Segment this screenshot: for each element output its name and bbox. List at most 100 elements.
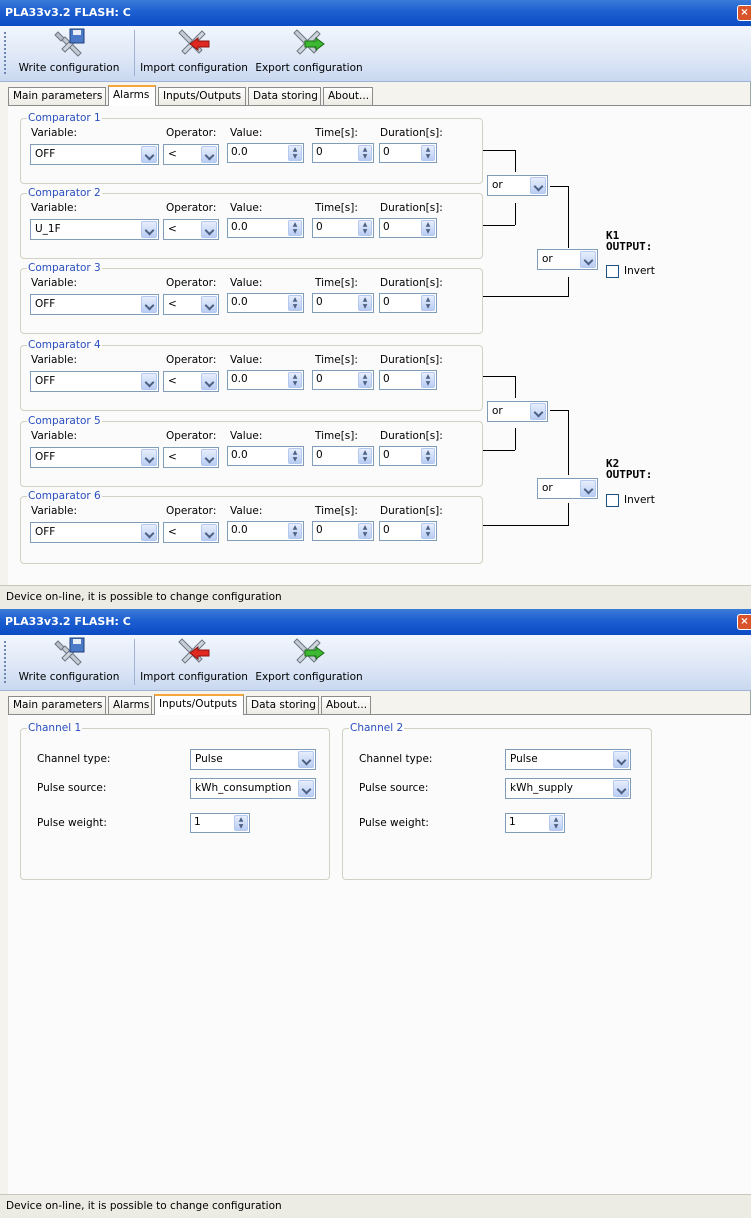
tab-inputs-outputs[interactable]: Inputs/Outputs: [158, 87, 246, 105]
export-configuration-button[interactable]: Export configuration: [254, 28, 364, 80]
wrench-screwdriver-disk-icon: [54, 637, 85, 666]
time-spinner[interactable]: 0 ▲ ▼: [312, 143, 374, 163]
close-icon[interactable]: ×: [737, 5, 751, 21]
variable-select[interactable]: OFF: [30, 522, 159, 543]
time-spinner[interactable]: 0 ▲ ▼: [312, 218, 374, 238]
spinner-arrows-icon[interactable]: ▲ ▼: [288, 523, 302, 539]
duration-spinner[interactable]: 0 ▲ ▼: [379, 370, 437, 390]
time-spinner[interactable]: 0 ▲ ▼: [312, 293, 374, 313]
spinner-arrows-icon[interactable]: ▲ ▼: [234, 815, 248, 831]
time-spinner[interactable]: 0 ▲ ▼: [312, 370, 374, 390]
value-spinner[interactable]: 0.0 ▲ ▼: [227, 293, 304, 313]
tab-data-storing[interactable]: Data storing: [246, 696, 319, 714]
spinner-arrows-icon[interactable]: ▲ ▼: [421, 448, 435, 464]
tab-data-storing[interactable]: Data storing: [248, 87, 321, 105]
wire: [550, 410, 568, 411]
import-configuration-button[interactable]: Import configuration: [140, 28, 248, 80]
spinner-arrows-icon[interactable]: ▲ ▼: [421, 372, 435, 388]
time-spinner-value: 0: [316, 373, 323, 385]
pulse-weight-spinner[interactable]: 1 ▲ ▼: [505, 813, 565, 833]
close-icon[interactable]: ×: [737, 614, 751, 630]
spinner-arrows-icon[interactable]: ▲ ▼: [358, 220, 372, 236]
value-spinner-value: 0.0: [231, 146, 248, 158]
gate-or-select[interactable]: or: [487, 401, 548, 422]
duration-spinner-value: 0: [383, 296, 390, 308]
operator-select[interactable]: <: [163, 447, 219, 468]
time-spinner[interactable]: 0 ▲ ▼: [312, 446, 374, 466]
gate-or-select[interactable]: or: [487, 175, 548, 196]
spinner-arrows-icon[interactable]: ▲ ▼: [358, 145, 372, 161]
duration-spinner[interactable]: 0 ▲ ▼: [379, 143, 437, 163]
value-spinner[interactable]: 0.0 ▲ ▼: [227, 218, 304, 238]
variable-select[interactable]: OFF: [30, 144, 159, 165]
tab-about[interactable]: About...: [321, 696, 371, 714]
duration-spinner[interactable]: 0 ▲ ▼: [379, 446, 437, 466]
chevron-down-icon: [141, 373, 157, 390]
variable-select[interactable]: OFF: [30, 447, 159, 468]
spinner-arrows-icon[interactable]: ▲ ▼: [421, 145, 435, 161]
variable-label: Variable:: [31, 202, 78, 214]
export-configuration-label: Export configuration: [255, 62, 363, 74]
duration-spinner[interactable]: 0 ▲ ▼: [379, 521, 437, 541]
write-configuration-button[interactable]: Write configuration: [8, 28, 130, 80]
spinner-arrows-icon[interactable]: ▲ ▼: [421, 220, 435, 236]
spinner-arrows-icon[interactable]: ▲ ▼: [288, 448, 302, 464]
operator-select[interactable]: <: [163, 219, 219, 240]
gate-or-select[interactable]: or: [537, 249, 598, 270]
value-spinner[interactable]: 0.0 ▲ ▼: [227, 370, 304, 390]
value-spinner-value: 0.0: [231, 524, 248, 536]
pulse-source-select[interactable]: kWh_consumption: [190, 778, 316, 799]
toolbar-grip[interactable]: [4, 641, 6, 685]
spinner-arrows-icon[interactable]: ▲ ▼: [288, 295, 302, 311]
pulse-weight-spinner[interactable]: 1 ▲ ▼: [190, 813, 250, 833]
toolbar-grip[interactable]: [4, 32, 6, 76]
tab-main-parameters[interactable]: Main parameters: [8, 696, 106, 714]
spinner-arrows-icon[interactable]: ▲ ▼: [288, 220, 302, 236]
tab-main-parameters[interactable]: Main parameters: [8, 87, 106, 105]
spinner-arrows-icon[interactable]: ▲ ▼: [358, 448, 372, 464]
import-configuration-button[interactable]: Import configuration: [140, 637, 248, 689]
variable-select[interactable]: OFF: [30, 371, 159, 392]
spinner-arrows-icon[interactable]: ▲ ▼: [549, 815, 563, 831]
duration-spinner[interactable]: 0 ▲ ▼: [379, 293, 437, 313]
chevron-down-icon: [201, 373, 217, 390]
export-configuration-button[interactable]: Export configuration: [254, 637, 364, 689]
tab-about[interactable]: About...: [323, 87, 373, 105]
channel-type-select[interactable]: Pulse: [190, 749, 316, 770]
variable-select[interactable]: OFF: [30, 294, 159, 315]
operator-select[interactable]: <: [163, 144, 219, 165]
duration-spinner[interactable]: 0 ▲ ▼: [379, 218, 437, 238]
spinner-arrows-icon[interactable]: ▲ ▼: [288, 145, 302, 161]
k2-invert-checkbox[interactable]: [606, 494, 619, 507]
spinner-arrows-icon[interactable]: ▲ ▼: [421, 523, 435, 539]
comparator-title: Comparator 1: [28, 112, 101, 124]
spinner-arrows-icon[interactable]: ▲ ▼: [358, 372, 372, 388]
pulse-weight-label: Pulse weight:: [359, 817, 429, 829]
operator-select[interactable]: <: [163, 522, 219, 543]
wire: [483, 450, 515, 451]
value-spinner-value: 0.0: [231, 373, 248, 385]
gate-or-select[interactable]: or: [537, 478, 598, 499]
value-spinner[interactable]: 0.0 ▲ ▼: [227, 143, 304, 163]
k1-invert-checkbox[interactable]: [606, 265, 619, 278]
spinner-arrows-icon[interactable]: ▲ ▼: [288, 372, 302, 388]
write-configuration-button[interactable]: Write configuration: [8, 637, 130, 689]
spinner-arrows-icon[interactable]: ▲ ▼: [358, 295, 372, 311]
pulse-source-select-value: kWh_consumption: [195, 782, 292, 794]
time-spinner[interactable]: 0 ▲ ▼: [312, 521, 374, 541]
pulse-source-select[interactable]: kWh_supply: [505, 778, 631, 799]
wire: [515, 150, 516, 172]
channel-type-select[interactable]: Pulse: [505, 749, 631, 770]
tab-inputs-outputs[interactable]: Inputs/Outputs: [154, 694, 244, 715]
spinner-arrows-icon[interactable]: ▲ ▼: [421, 295, 435, 311]
operator-select[interactable]: <: [163, 371, 219, 392]
variable-select-value: U_1F: [35, 223, 61, 235]
variable-select[interactable]: U_1F: [30, 219, 159, 240]
value-spinner[interactable]: 0.0 ▲ ▼: [227, 521, 304, 541]
value-spinner[interactable]: 0.0 ▲ ▼: [227, 446, 304, 466]
spinner-arrows-icon[interactable]: ▲ ▼: [358, 523, 372, 539]
operator-select[interactable]: <: [163, 294, 219, 315]
tab-alarms[interactable]: Alarms: [108, 85, 156, 106]
tab-alarms[interactable]: Alarms: [108, 696, 152, 714]
wire: [483, 150, 515, 151]
